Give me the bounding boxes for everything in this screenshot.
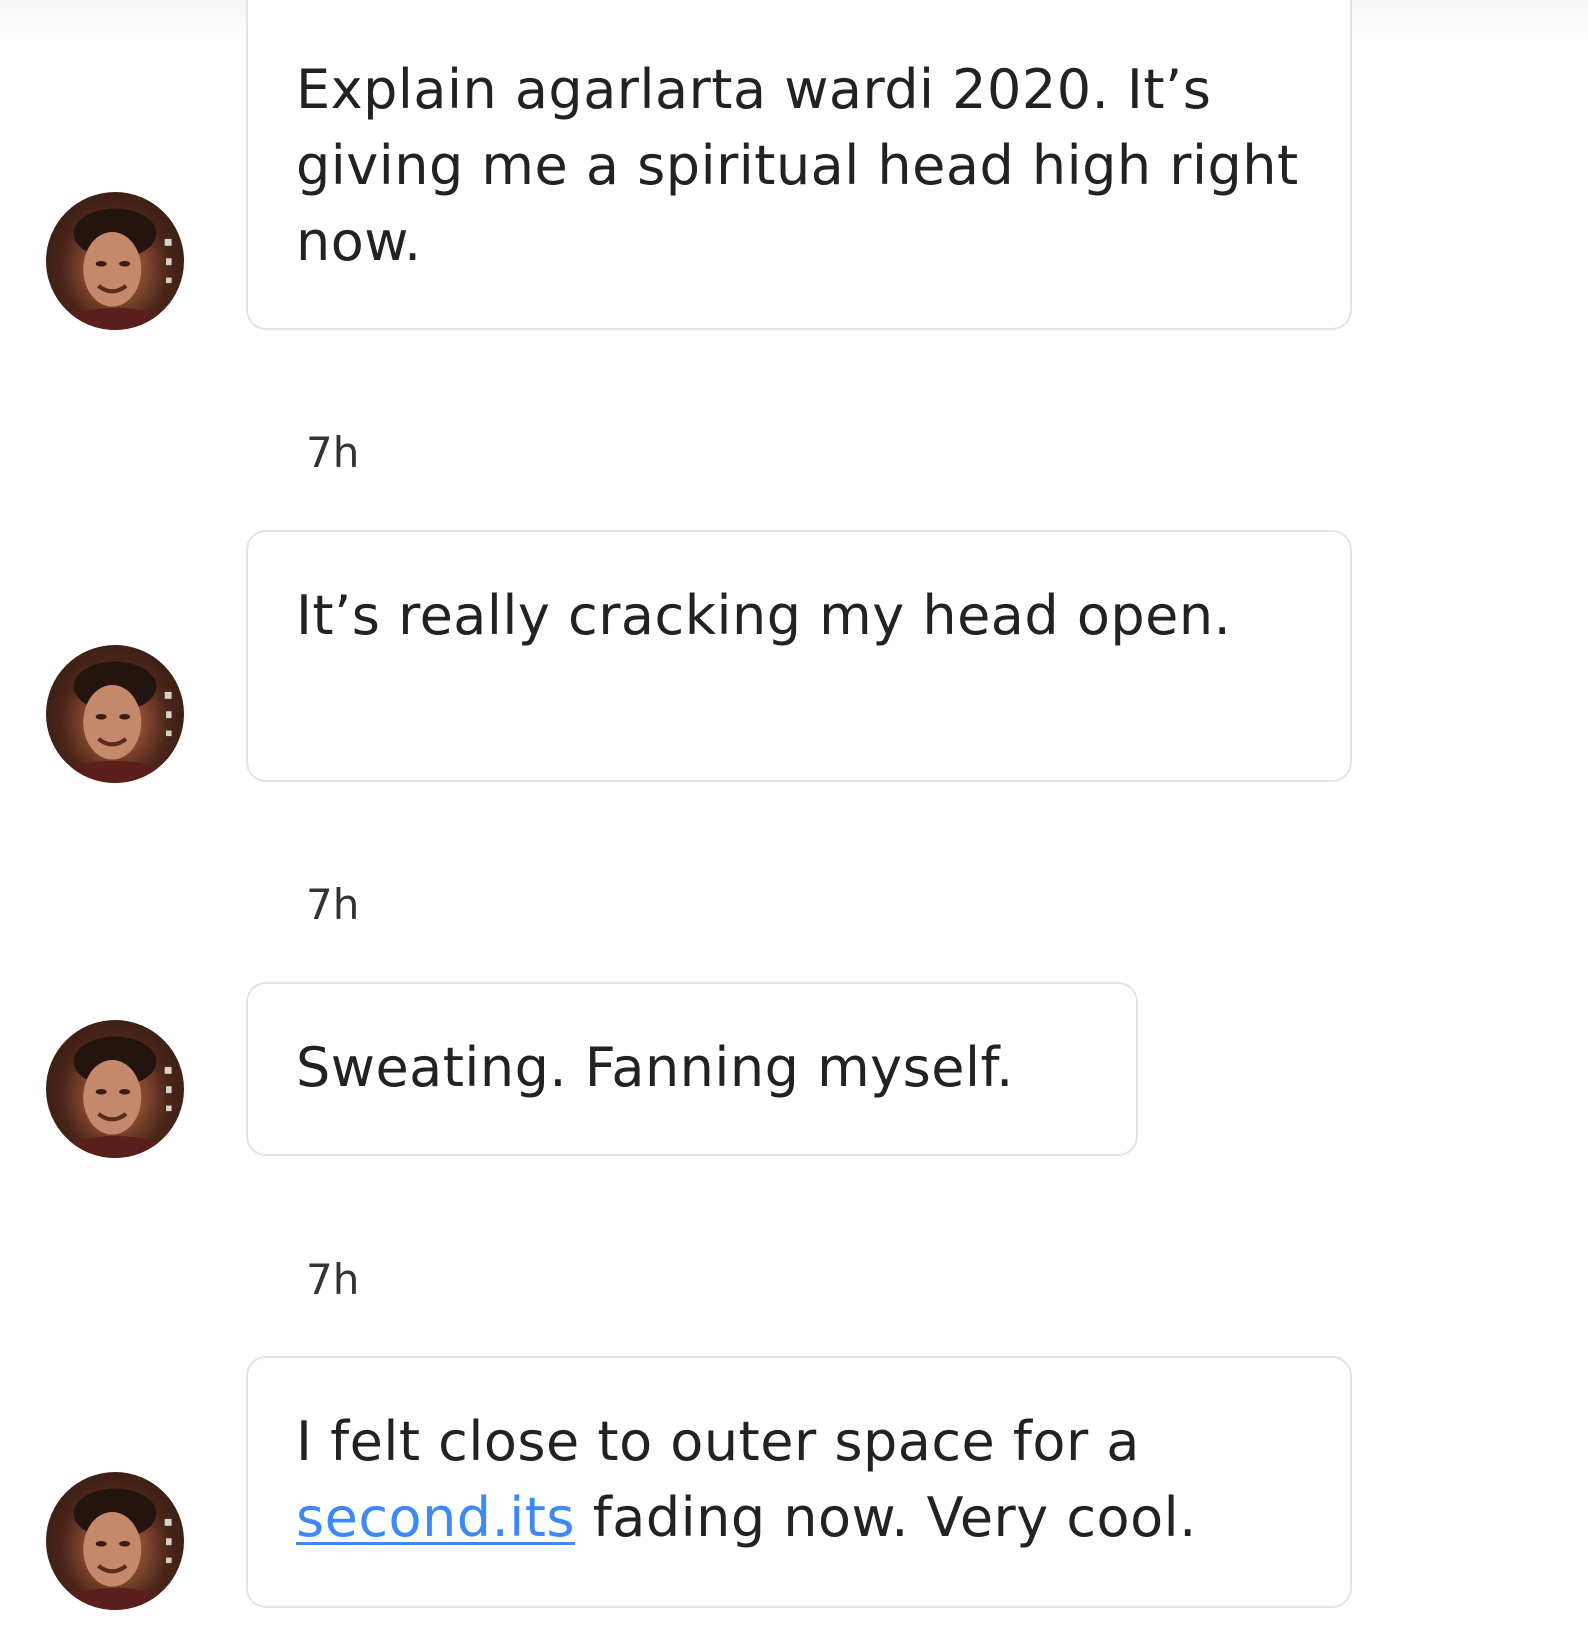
avatar-photo-icon [59,1036,172,1158]
message-bubble[interactable]: It’s really cracking my head open. [246,530,1352,782]
message-text: It’s really cracking my head open. [296,584,1232,647]
user-avatar[interactable] [46,192,184,330]
message-link[interactable]: second.its [296,1486,575,1549]
message-text-after: fading now. Very cool. [575,1486,1197,1549]
user-avatar[interactable] [46,645,184,783]
message-timestamp: 7h [306,1255,360,1304]
message-bubble[interactable]: Sweating. Fanning myself. [246,982,1138,1156]
message-text: Sweating. Fanning myself. [296,1036,1014,1099]
message-timestamp: 7h [306,428,360,477]
message-timestamp: 7h [306,880,360,929]
user-avatar[interactable] [46,1472,184,1610]
avatar-photo-icon [59,208,172,330]
message-bubble[interactable]: I felt close to outer space for a second… [246,1356,1352,1608]
message-bubble[interactable]: Explain agarlarta wardi 2020. It’s givin… [246,0,1352,330]
avatar-photo-icon [59,1488,172,1610]
message-text: Explain agarlarta wardi 2020. It’s givin… [296,58,1299,273]
avatar-photo-icon [59,661,172,783]
message-text-before: I felt close to outer space for a [296,1410,1140,1473]
user-avatar[interactable] [46,1020,184,1158]
